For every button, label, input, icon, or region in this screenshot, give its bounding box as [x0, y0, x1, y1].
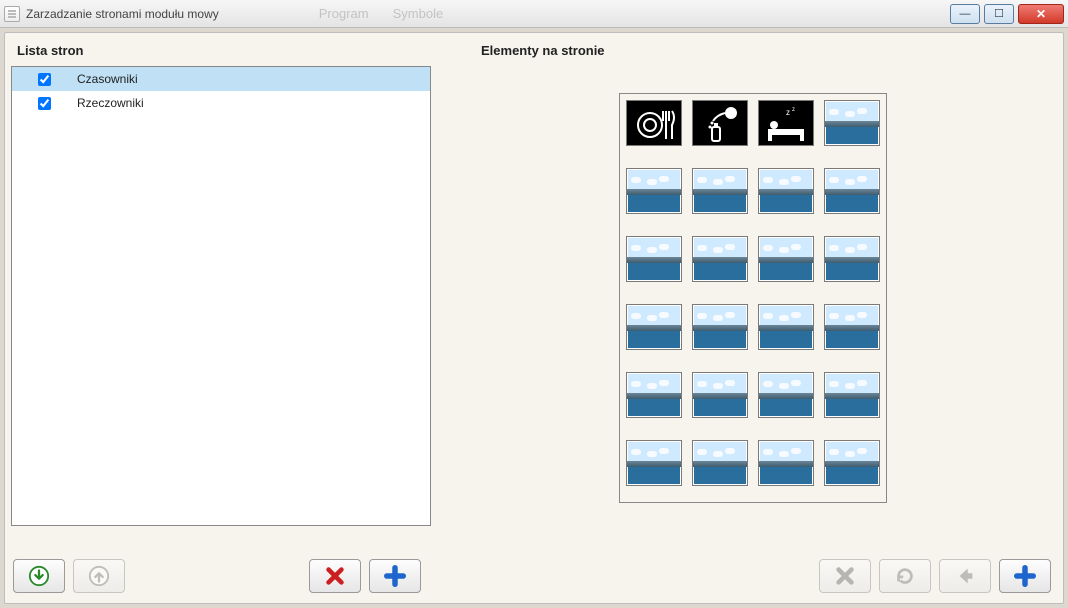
element-tile[interactable]: [824, 100, 880, 146]
element-tile[interactable]: [626, 100, 682, 146]
ghost-menu-item: Symbole: [393, 6, 444, 21]
pages-title: Lista stron: [11, 39, 431, 66]
delete-page-button[interactable]: [309, 559, 361, 593]
ghost-menu-item: Program: [319, 6, 369, 21]
pages-list[interactable]: Czasowniki Rzeczowniki: [11, 66, 431, 526]
element-tile[interactable]: [626, 236, 682, 282]
element-tile[interactable]: [626, 440, 682, 486]
elements-panel: Elementy na stronie: [475, 39, 1055, 66]
client-area: Lista stron Czasowniki Rzeczowniki Elemen…: [4, 32, 1064, 604]
pages-panel: Lista stron Czasowniki Rzeczowniki: [11, 39, 431, 526]
refresh-button[interactable]: [879, 559, 931, 593]
page-label: Rzeczowniki: [77, 96, 144, 110]
element-tile[interactable]: [758, 440, 814, 486]
element-tile[interactable]: [758, 168, 814, 214]
element-tile[interactable]: [692, 236, 748, 282]
move-down-button[interactable]: [13, 559, 65, 593]
add-element-button[interactable]: [999, 559, 1051, 593]
page-list-row[interactable]: Czasowniki: [12, 67, 430, 91]
delete-element-button[interactable]: [819, 559, 871, 593]
element-tile[interactable]: [692, 100, 748, 146]
add-page-button[interactable]: [369, 559, 421, 593]
window-title: Zarzadzanie stronami modułu mowy: [26, 7, 219, 21]
element-tile[interactable]: [692, 372, 748, 418]
element-tile[interactable]: [758, 372, 814, 418]
maximize-button[interactable]: ☐: [984, 4, 1014, 24]
element-tile[interactable]: [758, 236, 814, 282]
page-visible-checkbox[interactable]: [38, 97, 51, 110]
elements-title: Elementy na stronie: [475, 39, 1055, 66]
app-icon: [4, 6, 20, 22]
element-tile[interactable]: [824, 236, 880, 282]
elements-box: [619, 93, 887, 503]
element-tile[interactable]: [692, 168, 748, 214]
element-tile[interactable]: [626, 304, 682, 350]
back-button[interactable]: [939, 559, 991, 593]
elements-grid: [626, 100, 880, 496]
background-menu: Program Symbole: [319, 6, 443, 21]
element-tile[interactable]: [692, 440, 748, 486]
page-list-row[interactable]: Rzeczowniki: [12, 91, 430, 115]
element-tile[interactable]: [824, 372, 880, 418]
minimize-button[interactable]: —: [950, 4, 980, 24]
element-tile[interactable]: [758, 100, 814, 146]
page-visible-checkbox[interactable]: [38, 73, 51, 86]
element-tile[interactable]: [824, 304, 880, 350]
element-tile[interactable]: [824, 168, 880, 214]
element-tile[interactable]: [692, 304, 748, 350]
element-tile[interactable]: [626, 168, 682, 214]
close-button[interactable]: ✕: [1018, 4, 1064, 24]
element-tile[interactable]: [824, 440, 880, 486]
element-tile[interactable]: [626, 372, 682, 418]
element-tile[interactable]: [758, 304, 814, 350]
title-bar: Zarzadzanie stronami modułu mowy Program…: [0, 0, 1068, 28]
page-label: Czasowniki: [77, 72, 138, 86]
move-up-button[interactable]: [73, 559, 125, 593]
